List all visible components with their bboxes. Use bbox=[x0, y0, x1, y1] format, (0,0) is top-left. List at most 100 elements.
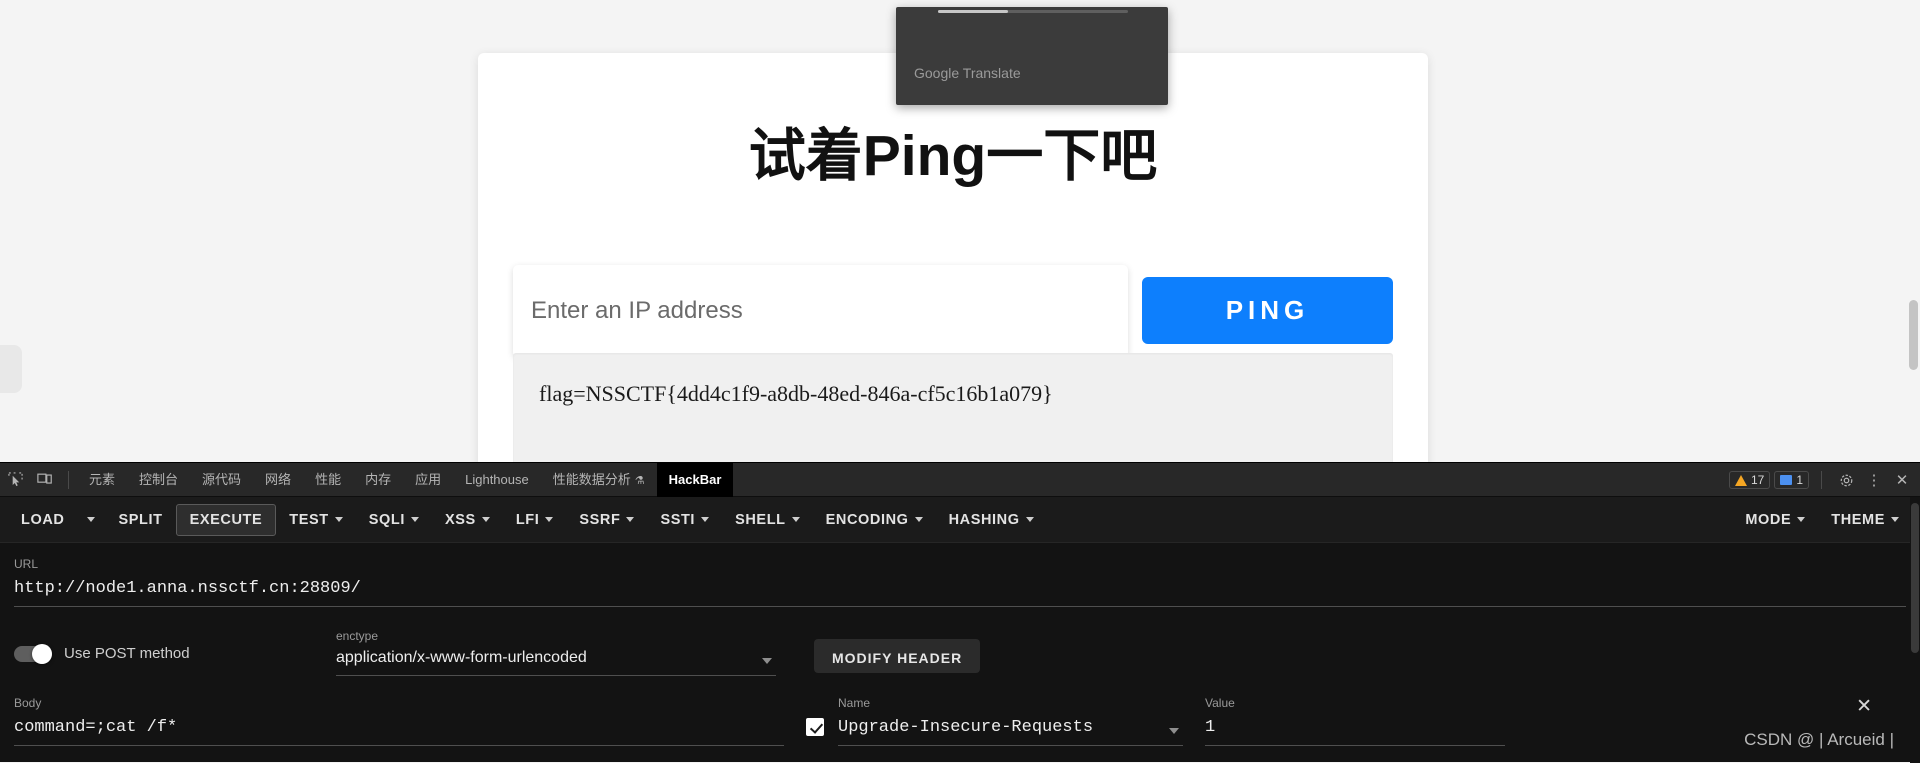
devtools-tab-sources[interactable]: 源代码 bbox=[190, 463, 253, 497]
hackbar-mode-label: MODE bbox=[1745, 511, 1792, 528]
chevron-down-icon[interactable] bbox=[1169, 728, 1179, 734]
hackbar-hashing-menu[interactable]: HASHING bbox=[936, 505, 1047, 535]
devtools-tab-elements[interactable]: 元素 bbox=[77, 463, 127, 497]
hackbar-encoding-menu[interactable]: ENCODING bbox=[813, 505, 936, 535]
page-left-sliver bbox=[0, 345, 22, 393]
header-entry-row: Name Value bbox=[806, 696, 1505, 746]
watermark-close-icon[interactable]: ✕ bbox=[1856, 695, 1872, 718]
inspect-cursor-icon[interactable] bbox=[0, 466, 30, 494]
browser-viewport: Google Translate 试着Ping一下吧 PING flag=NSS… bbox=[0, 0, 1920, 462]
modify-header-button[interactable]: MODIFY HEADER bbox=[814, 639, 981, 673]
gear-icon[interactable] bbox=[1834, 468, 1858, 492]
body-field-group: Body bbox=[14, 696, 784, 746]
chevron-down-icon bbox=[1797, 517, 1806, 522]
devtools-scrollbar-thumb[interactable] bbox=[1911, 503, 1919, 653]
google-translate-popup[interactable]: Google Translate bbox=[896, 7, 1168, 105]
hackbar-lfi-menu[interactable]: LFI bbox=[503, 505, 567, 535]
hackbar-sqli-menu[interactable]: SQLI bbox=[356, 505, 432, 535]
hackbar-theme-menu[interactable]: THEME bbox=[1818, 505, 1912, 535]
warning-triangle-icon bbox=[1734, 474, 1747, 486]
ping-button[interactable]: PING bbox=[1142, 277, 1393, 344]
use-post-method-toggle[interactable] bbox=[14, 643, 52, 664]
header-name-label: Name bbox=[838, 696, 871, 710]
close-icon[interactable]: ✕ bbox=[1890, 468, 1914, 492]
devtools-tab-performance-insights-label: 性能数据分析 bbox=[552, 471, 631, 487]
ping-form: PING bbox=[513, 265, 1393, 357]
hackbar-shell-menu[interactable]: SHELL bbox=[722, 505, 813, 535]
chevron-down-icon bbox=[626, 517, 635, 522]
devtools-panel: 元素 控制台 源代码 网络 性能 内存 应用 Lighthouse 性能数据分析… bbox=[0, 462, 1920, 763]
warning-count: 17 bbox=[1750, 473, 1765, 487]
enctype-label: enctype bbox=[336, 629, 379, 643]
devtools-status-area: 17 1 ⋮ ✕ bbox=[1728, 463, 1914, 497]
body-input[interactable] bbox=[14, 716, 784, 746]
use-post-method-group: Use POST method bbox=[14, 629, 336, 664]
chevron-down-icon[interactable] bbox=[762, 658, 772, 664]
hackbar-xss-label: XSS bbox=[444, 511, 476, 528]
url-label: URL bbox=[14, 557, 39, 571]
enctype-select[interactable]: application/x-www-form-urlencoded bbox=[336, 649, 776, 676]
message-count-badge[interactable]: 1 bbox=[1774, 471, 1809, 489]
url-input[interactable] bbox=[14, 577, 1906, 607]
hackbar-load-dropdown-caret[interactable] bbox=[87, 517, 96, 522]
devtools-tab-application[interactable]: 应用 bbox=[403, 463, 453, 497]
hackbar-test-label: TEST bbox=[289, 511, 329, 528]
hackbar-ssrf-label: SSRF bbox=[579, 511, 621, 528]
header-value-group: Value bbox=[1205, 696, 1505, 746]
hackbar-ssti-label: SSTI bbox=[660, 511, 696, 528]
toolbar-divider bbox=[68, 470, 69, 489]
ping-card: Google Translate 试着Ping一下吧 PING flag=NSS… bbox=[478, 7, 1428, 462]
message-count: 1 bbox=[1796, 473, 1803, 487]
hackbar-body: URL Use POST method enctype application/… bbox=[0, 543, 1920, 746]
url-field-group: URL bbox=[14, 557, 1906, 607]
header-value-input[interactable] bbox=[1205, 716, 1505, 746]
chevron-down-icon bbox=[334, 517, 343, 522]
beaker-icon: ⚗ bbox=[634, 474, 645, 487]
hackbar-ssti-menu[interactable]: SSTI bbox=[647, 505, 722, 535]
body-label: Body bbox=[14, 696, 42, 710]
header-name-input[interactable] bbox=[838, 716, 1183, 746]
hackbar-ssrf-menu[interactable]: SSRF bbox=[566, 505, 647, 535]
hackbar-lfi-label: LFI bbox=[515, 511, 540, 528]
hackbar-split-button[interactable]: SPLIT bbox=[105, 505, 175, 535]
hackbar-mode-menu[interactable]: MODE bbox=[1732, 505, 1818, 535]
chevron-down-icon bbox=[410, 517, 419, 522]
device-toolbar-icon[interactable] bbox=[30, 466, 60, 494]
header-enabled-checkbox[interactable] bbox=[806, 718, 824, 736]
hackbar-encoding-label: ENCODING bbox=[825, 511, 909, 528]
body-header-row: Body Name Value bbox=[14, 696, 1906, 746]
hackbar-load-button[interactable]: LOAD bbox=[8, 505, 77, 535]
chevron-down-icon bbox=[791, 517, 800, 522]
hackbar-xss-menu[interactable]: XSS bbox=[432, 505, 503, 535]
header-name-group: Name bbox=[838, 696, 1183, 746]
header-value-label: Value bbox=[1205, 696, 1235, 710]
devtools-tab-hackbar[interactable]: HackBar bbox=[656, 462, 734, 497]
chevron-down-icon bbox=[481, 517, 490, 522]
devtools-tab-memory[interactable]: 内存 bbox=[353, 463, 403, 497]
hackbar-test-menu[interactable]: TEST bbox=[276, 505, 355, 535]
page-scrollbar-thumb[interactable] bbox=[1909, 300, 1918, 370]
enctype-group: enctype application/x-www-form-urlencode… bbox=[336, 629, 776, 676]
devtools-tab-lighthouse[interactable]: Lighthouse bbox=[453, 463, 541, 497]
devtools-tab-performance[interactable]: 性能 bbox=[303, 463, 353, 497]
toggle-knob bbox=[32, 643, 52, 664]
devtools-tab-network[interactable]: 网络 bbox=[253, 463, 303, 497]
kebab-menu-icon[interactable]: ⋮ bbox=[1862, 468, 1886, 492]
warning-count-badge[interactable]: 17 bbox=[1728, 471, 1771, 489]
hackbar-hashing-label: HASHING bbox=[948, 511, 1020, 528]
translate-progress-bar bbox=[938, 10, 1128, 13]
ip-address-input[interactable] bbox=[513, 265, 1129, 357]
chevron-down-icon bbox=[914, 517, 923, 522]
ping-result-panel: flag=NSSCTF{4dd4c1f9-a8db-48ed-846a-cf5c… bbox=[513, 353, 1393, 462]
page-scrollbar[interactable] bbox=[1906, 0, 1920, 462]
devtools-tab-console[interactable]: 控制台 bbox=[127, 463, 190, 497]
method-enctype-row: Use POST method enctype application/x-ww… bbox=[14, 629, 1906, 676]
hackbar-execute-button[interactable]: EXECUTE bbox=[175, 503, 277, 536]
hackbar-toolbar-right: MODE THEME bbox=[1732, 505, 1912, 535]
google-translate-label: Google Translate bbox=[914, 65, 1021, 81]
hackbar-theme-label: THEME bbox=[1831, 511, 1885, 528]
page-title: 试着Ping一下吧 bbox=[748, 124, 1158, 188]
devtools-scrollbar[interactable] bbox=[1910, 497, 1920, 763]
devtools-tab-performance-insights[interactable]: 性能数据分析 ⚗ bbox=[541, 463, 657, 497]
devtools-tabbar: 元素 控制台 源代码 网络 性能 内存 应用 Lighthouse 性能数据分析… bbox=[0, 462, 1920, 497]
